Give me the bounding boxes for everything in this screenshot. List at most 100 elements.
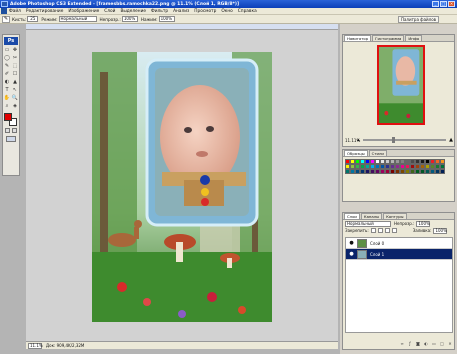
move-tool-icon[interactable]: ✥ [12,47,19,54]
brush-tool-icon[interactable]: ✎ [4,63,11,70]
shape-tool-icon[interactable]: ◈ [12,103,19,110]
opacity-field[interactable]: 100% [121,16,138,22]
layer-row[interactable]: ● Слой 1 [346,249,452,260]
color-swatches [4,113,18,126]
flow-label: Нажим: [140,16,158,22]
tab-styles[interactable]: Стили [368,150,387,156]
link-layers-icon[interactable]: ∞ [399,341,405,346]
menu-help[interactable]: Справка [238,9,257,14]
quick-mask-button[interactable] [12,128,17,133]
navigator-thumbnail[interactable] [377,45,425,125]
menu-view[interactable]: Просмотр [194,9,216,14]
layers-panel: Слои Каналы Контуры Нормальный Непрозр.:… [342,212,455,350]
zoom-field[interactable]: 11.1% [28,342,43,349]
canvas-artwork [92,52,272,322]
type-tool-icon[interactable]: T [4,87,11,94]
blend-mode-select[interactable]: Нормальный [345,220,391,227]
menu-select[interactable]: Выделение [120,9,146,14]
hand-tool-icon[interactable]: ✋ [4,95,11,102]
path-select-tool-icon[interactable]: ↖ [12,87,19,94]
new-group-icon[interactable]: ▭ [431,341,437,346]
tab-layers[interactable]: Слои [344,213,360,219]
tab-info[interactable]: Инфо [405,35,423,41]
ps-badge[interactable]: Ps [4,37,18,45]
marquee-tool-icon[interactable]: ▭ [4,47,11,54]
eyedropper-tool-icon[interactable]: ⌕ [4,103,11,110]
tab-navigator[interactable]: Навигатор [344,35,372,41]
zoom-out-icon[interactable]: ▴ [357,137,360,143]
crop-tool-icon[interactable]: ✂ [12,55,19,62]
standard-mode-button[interactable] [5,128,10,133]
eye-icon[interactable]: ● [348,251,355,258]
foreground-color-swatch[interactable] [4,113,12,121]
menu-image[interactable]: Изображение [68,9,99,14]
layer-row[interactable]: ● Слой 0 [346,238,452,249]
bottom-strip [0,354,457,364]
blur-tool-icon[interactable]: ▲ [12,79,19,86]
zoom-slider[interactable] [362,137,447,143]
tab-paths[interactable]: Контуры [383,213,407,219]
layer-name: Слой 0 [370,240,385,246]
palettes-button[interactable]: Палитра файлов [397,16,439,23]
zoom-slider-knob[interactable] [391,137,395,143]
layer-style-icon[interactable]: ƒ [407,341,413,346]
tab-histogram[interactable]: Гистограмма [372,35,405,41]
mode-label: Режим: [41,16,58,22]
panel-dock: Навигатор Гистограмма Инфо 11.11% ▴ ▲ Об… [340,24,457,354]
zoom-in-icon[interactable]: ▲ [449,137,453,143]
lock-pixels-icon[interactable] [377,228,383,233]
lock-transparency-icon[interactable] [370,228,376,233]
brush-tool-preset-icon[interactable]: ✎ [2,15,10,23]
document-info[interactable]: Док: 909,4K/2,32M [46,343,84,348]
swatches-panel: Образцы Стили [342,149,455,202]
zoom-tool-icon[interactable]: 🔍 [12,95,19,102]
fill-field[interactable]: 100% [433,227,448,234]
layer-opacity-field[interactable]: 100% [416,220,431,227]
layer-name: Слой 1 [370,251,385,257]
dodge-tool-icon[interactable]: ◐ [4,79,11,86]
menu-file[interactable]: Файл [9,9,21,14]
menu-edit[interactable]: Редактирование [26,9,64,14]
mode-select[interactable]: Нормальный [58,16,97,22]
layer-opacity-label: Непрозр.: [394,221,415,226]
eraser-tool-icon[interactable]: ☐ [12,71,19,78]
flow-field[interactable]: 100% [158,16,175,22]
lasso-tool-icon[interactable]: ◯ [4,55,11,62]
delete-layer-icon[interactable]: ✕ [447,341,453,346]
fill-label: Заливка: [412,228,432,233]
layer-thumbnail [357,238,367,248]
maximize-button[interactable]: □ [440,1,447,7]
menu-filter[interactable]: Фильтр [151,9,168,14]
layer-thumbnail [357,249,367,259]
adjustment-layer-icon[interactable]: ◐ [423,341,429,346]
swatch-grid [343,157,454,176]
options-bar: ✎ Кисть: 25 Режим: Нормальный Непрозр.: … [0,15,457,24]
lock-position-icon[interactable] [384,228,390,233]
eye-icon[interactable]: ● [348,240,355,247]
menu-analysis[interactable]: Анализ [173,9,189,14]
toolbox: Ps ▭ ✥ ◯ ✂ ✎ ⬚ ✐ ☐ ◐ ▲ T ↖ ✋ 🔍 ⌕ ◈ [2,34,20,176]
document-status-bar: 11.1% Док: 909,4K/2,32M [26,341,338,349]
history-brush-tool-icon[interactable]: ✐ [4,71,11,78]
screen-mode-button[interactable] [6,136,16,142]
photoshop-app-icon [1,1,8,7]
tab-swatches[interactable]: Образцы [344,150,368,156]
color-swatch[interactable] [440,169,445,174]
brush-picker[interactable]: 25 [27,16,39,22]
navigator-panel: Навигатор Гистограмма Инфо 11.11% ▴ ▲ [342,34,455,147]
new-layer-icon[interactable]: □ [439,341,445,346]
menu-layer[interactable]: Слой [104,9,115,14]
image-canvas[interactable] [92,52,272,322]
layer-mask-icon[interactable]: ◙ [415,341,421,346]
close-button[interactable]: × [448,1,455,7]
ps-logo-icon [1,8,7,14]
menu-window[interactable]: Окно [221,9,232,14]
tab-channels[interactable]: Каналы [360,213,383,219]
navigator-zoom[interactable]: 11.11% [345,138,360,143]
opacity-label: Непрозр.: [99,16,121,22]
title-bar: Adobe Photoshop CS3 Extended - [framesbb… [0,0,457,8]
menu-bar: Файл Редактирование Изображение Слой Выд… [0,8,457,15]
lock-all-icon[interactable] [391,228,397,233]
stamp-tool-icon[interactable]: ⬚ [12,63,19,70]
minimize-button[interactable]: _ [432,1,439,7]
